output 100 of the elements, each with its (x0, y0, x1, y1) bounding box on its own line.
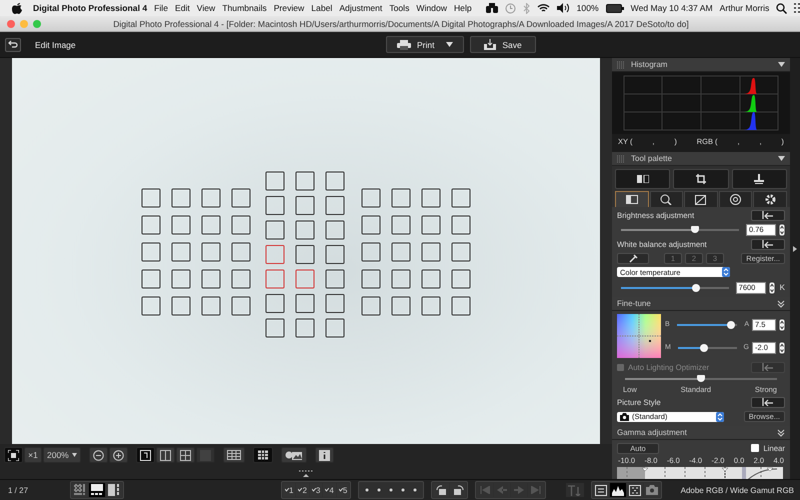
slider-thumb[interactable] (700, 344, 708, 352)
single-view-button[interactable] (136, 447, 155, 463)
menu-item[interactable]: Adjustment (339, 3, 382, 13)
magnifier-icon (660, 194, 672, 205)
thumbnail-grid-icon (74, 484, 86, 496)
reset-button[interactable] (751, 396, 785, 408)
rotate-left-button[interactable] (433, 483, 450, 497)
speaker-icon[interactable] (556, 3, 570, 13)
tool-tab[interactable] (718, 191, 752, 207)
wifi-icon[interactable] (536, 3, 550, 13)
panel-toggle-button[interactable] (610, 483, 626, 497)
spinner-icon[interactable] (768, 282, 775, 294)
menu-item[interactable]: View (196, 3, 216, 13)
camera-icon (620, 412, 629, 420)
user-name[interactable]: Arthur Morris (720, 3, 770, 13)
spinner-icon[interactable] (779, 342, 785, 354)
menu-item[interactable]: Preview (274, 3, 304, 13)
printer-icon (397, 40, 411, 50)
tool-tab[interactable] (615, 191, 649, 207)
actual-size-button[interactable]: ×1 (24, 447, 42, 463)
rating-button[interactable]: 2 (296, 483, 309, 497)
expand-arrow-icon[interactable] (793, 246, 797, 252)
app-menu[interactable]: Digital Photo Professional 4 (33, 3, 148, 13)
panel-resize-handle[interactable] (298, 470, 314, 477)
rating-button[interactable]: 5 (336, 483, 350, 497)
zoom-out-button[interactable] (88, 447, 108, 463)
checkbox[interactable] (751, 444, 760, 452)
panel-toggle-button[interactable] (644, 483, 660, 497)
zoom-level-dropdown[interactable]: 200% (43, 447, 81, 463)
square-icon (200, 450, 211, 460)
download-tray-icon (484, 39, 496, 50)
rating-button[interactable]: 3 (310, 483, 322, 497)
histogram-icon (612, 484, 624, 496)
apple-icon[interactable] (12, 2, 22, 14)
back-button[interactable] (5, 38, 21, 52)
slider-thumb[interactable] (692, 284, 700, 292)
grip-icon[interactable] (617, 60, 625, 68)
menu-item[interactable]: Window (416, 3, 447, 13)
info-button[interactable] (314, 447, 334, 463)
skip-start-icon (480, 486, 490, 494)
tool-tab[interactable] (753, 191, 787, 207)
tool-tab[interactable] (684, 191, 718, 207)
collapse-icon[interactable] (778, 156, 785, 161)
check-icon (298, 488, 302, 492)
fit-to-window-button[interactable] (4, 447, 23, 463)
panel-toggle-button[interactable] (626, 483, 643, 497)
quad-view-button[interactable] (176, 447, 195, 463)
up-down-arrows-icon (722, 267, 730, 277)
menu-item[interactable]: Help (454, 3, 472, 13)
binoculars-icon[interactable] (486, 3, 498, 13)
eyedropper-button[interactable] (617, 253, 649, 264)
stamp-button[interactable] (732, 169, 787, 189)
dot-rating-button[interactable] (358, 481, 424, 499)
menu-item[interactable]: Edit (174, 3, 190, 13)
check-icon (285, 488, 289, 492)
af-point-display-button[interactable] (252, 447, 273, 463)
filmstrip-bottom-icon (91, 484, 103, 496)
panel-toggle-button[interactable] (592, 483, 609, 497)
menu-item[interactable]: Tools (389, 3, 410, 13)
reset-arrow-icon (762, 211, 774, 219)
save-button[interactable]: Save (470, 36, 536, 53)
rating-button[interactable]: 4 (323, 483, 336, 497)
rotate-right-button[interactable] (450, 483, 466, 497)
menu-clock[interactable]: Wed May 10 4:37 AM (630, 3, 713, 13)
panel-title: Tool palette (631, 154, 673, 163)
menu-item[interactable]: Label (311, 3, 332, 13)
search-icon[interactable] (776, 2, 788, 14)
slider-thumb[interactable] (727, 320, 736, 328)
highlight-warning-button[interactable] (280, 447, 307, 463)
sort-button[interactable] (566, 483, 584, 497)
reset-button[interactable] (751, 238, 785, 250)
crop-button[interactable] (673, 169, 729, 189)
tint-grid-drawing[interactable] (617, 314, 661, 358)
navigator-icon (628, 484, 641, 496)
print-button[interactable]: Print (386, 36, 464, 53)
menu-item[interactable]: File (154, 3, 168, 13)
settings-icon (764, 194, 776, 205)
panel-title: Histogram (631, 60, 668, 69)
grid-button[interactable] (222, 447, 245, 463)
slider-thumb[interactable] (691, 226, 700, 232)
menu-item[interactable]: Thumbnails (222, 3, 267, 13)
ring-icon (730, 194, 742, 205)
zoom-in-button[interactable] (108, 447, 128, 463)
layout-button[interactable] (106, 483, 122, 497)
up-down-arrows-icon (716, 412, 724, 422)
layout-button[interactable] (89, 483, 105, 497)
battery-icon[interactable] (606, 4, 624, 12)
spinner-icon[interactable] (779, 318, 785, 330)
right-arrow-icon (514, 486, 524, 494)
spinner-icon[interactable] (779, 224, 785, 236)
tool-tab[interactable] (650, 191, 684, 207)
reset-button[interactable] (751, 210, 785, 220)
compare-button[interactable] (615, 169, 670, 189)
rating-button[interactable]: 1 (283, 483, 296, 497)
double-chevron-icon[interactable] (777, 300, 785, 308)
reset-arrow-icon (762, 240, 774, 248)
side-by-side-view-button[interactable] (156, 447, 175, 463)
double-chevron-icon[interactable] (777, 428, 785, 436)
collapse-icon[interactable] (778, 62, 785, 67)
grip-icon[interactable] (617, 154, 625, 162)
